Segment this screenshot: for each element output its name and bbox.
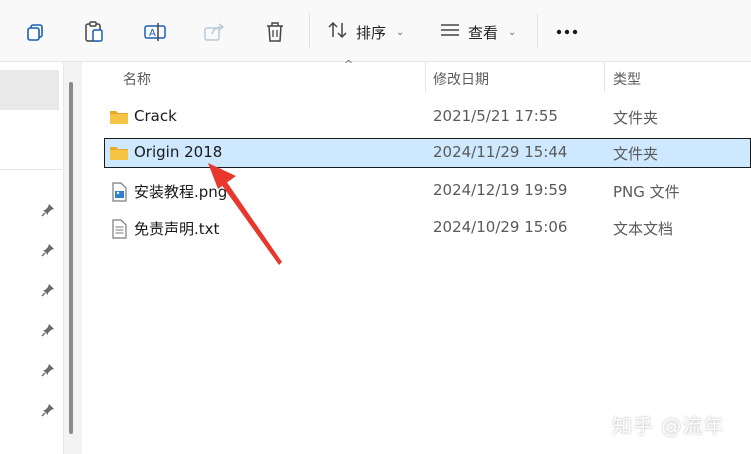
view-button[interactable]: 查看 ⌄ [440, 14, 516, 50]
watermark: 知乎 @流年 [612, 414, 725, 438]
pin-icon[interactable] [40, 322, 56, 338]
column-type-header[interactable]: 类型 [613, 69, 641, 89]
nav-scrollbar[interactable] [63, 62, 82, 454]
pin-icon[interactable] [40, 282, 56, 298]
copy-icon [25, 22, 45, 42]
file-name: Crack [134, 107, 177, 125]
file-type: PNG 文件 [613, 183, 680, 201]
toolbar-divider [309, 14, 310, 48]
delete-icon [265, 21, 285, 43]
column-date-header[interactable]: 修改日期 [433, 69, 489, 89]
file-row[interactable]: Crack 2021/5/21 17:55 文件夹 [104, 102, 751, 132]
nav-item-selected[interactable] [0, 70, 59, 110]
toolbar-divider [537, 14, 538, 48]
pin-icon[interactable] [40, 402, 56, 418]
image-file-icon [109, 182, 129, 202]
file-row[interactable]: 安装教程.png 2024/12/19 19:59 PNG 文件 [104, 176, 751, 206]
pin-icon[interactable] [40, 202, 56, 218]
svg-text:A: A [149, 28, 156, 39]
sort-ascending-icon: ^ [344, 58, 354, 71]
delete-button[interactable] [257, 14, 293, 50]
file-name: 免责声明.txt [134, 220, 220, 238]
copy-button[interactable] [17, 14, 53, 50]
chevron-down-icon: ⌄ [396, 26, 405, 38]
file-row-selected[interactable]: Origin 2018 2024/11/29 15:44 文件夹 [104, 138, 751, 168]
navigation-pane [0, 62, 62, 454]
file-row[interactable]: 免责声明.txt 2024/10/29 15:06 文本文档 [104, 213, 751, 243]
column-divider[interactable] [425, 62, 426, 92]
file-date: 2021/5/21 17:55 [433, 107, 558, 125]
text-file-icon [109, 219, 129, 239]
sort-label: 排序 [356, 23, 387, 42]
command-bar: A 排序 ⌄ 查看 ⌄ [0, 0, 751, 62]
sort-icon [328, 21, 348, 43]
view-icon [440, 22, 460, 42]
share-button[interactable] [197, 14, 233, 50]
more-options-button[interactable] [549, 14, 585, 50]
file-name: Origin 2018 [134, 143, 223, 161]
chevron-down-icon: ⌄ [508, 26, 517, 38]
column-divider[interactable] [604, 62, 605, 92]
pin-icon[interactable] [40, 242, 56, 258]
rename-icon: A [144, 22, 166, 42]
sort-button[interactable]: 排序 ⌄ [328, 14, 404, 50]
column-header: ^ 名称 修改日期 类型 [82, 58, 751, 92]
rename-button[interactable]: A [137, 14, 173, 50]
column-name-header[interactable]: 名称 [123, 69, 151, 89]
folder-icon [109, 108, 129, 126]
paste-icon [84, 21, 104, 43]
view-label: 查看 [468, 23, 499, 42]
file-type: 文件夹 [613, 145, 659, 163]
more-icon [556, 29, 578, 35]
folder-icon [109, 144, 129, 162]
file-date: 2024/11/29 15:44 [433, 143, 568, 161]
file-type: 文本文档 [613, 220, 674, 238]
paste-button[interactable] [76, 14, 112, 50]
nav-divider [0, 169, 62, 170]
share-icon [204, 22, 226, 42]
pin-icon[interactable] [40, 362, 56, 378]
file-date: 2024/12/19 19:59 [433, 181, 568, 199]
scrollbar-thumb[interactable] [69, 82, 73, 434]
file-name: 安装教程.png [134, 183, 228, 201]
file-type: 文件夹 [613, 109, 659, 127]
file-date: 2024/10/29 15:06 [433, 218, 568, 236]
